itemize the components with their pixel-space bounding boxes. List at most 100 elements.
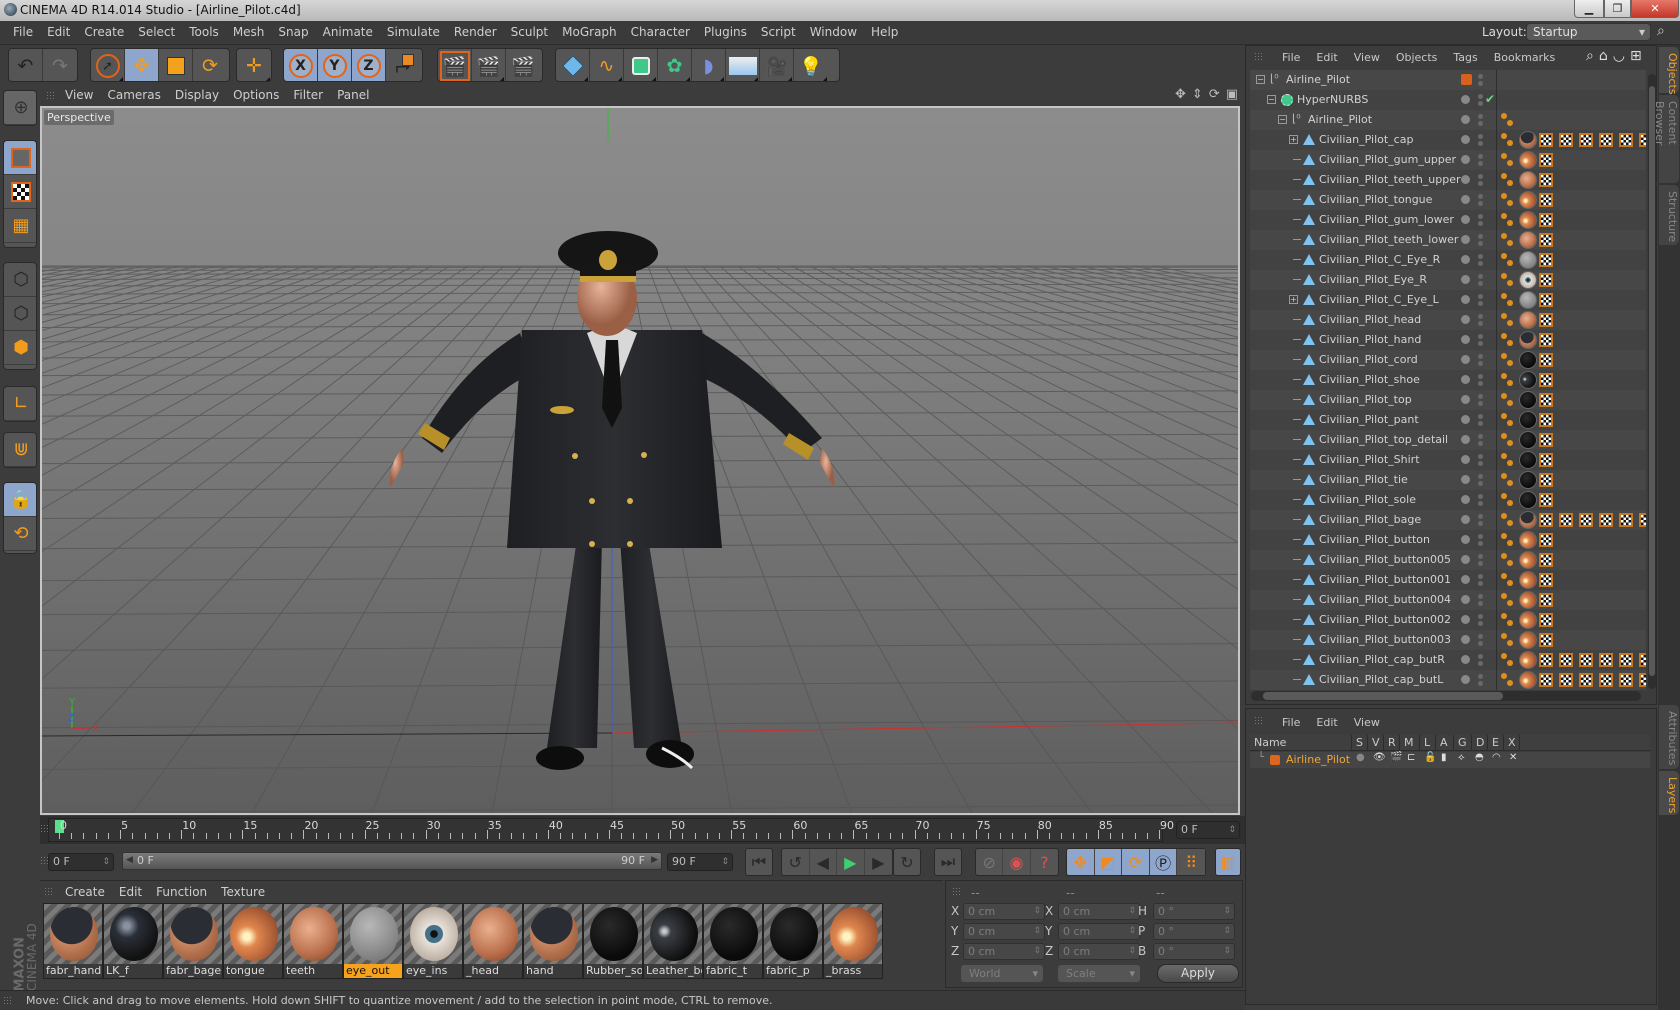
menu-animate[interactable]: Animate bbox=[316, 25, 380, 39]
uvw-tag-icon[interactable] bbox=[1639, 673, 1646, 687]
search-icon[interactable]: ⌕ bbox=[1586, 48, 1594, 64]
key-position-icon[interactable]: ✥ bbox=[1067, 849, 1095, 875]
layer-dot-icon[interactable] bbox=[1461, 195, 1470, 204]
layer-dot-icon[interactable] bbox=[1461, 515, 1470, 524]
uvw-tag-icon[interactable] bbox=[1539, 233, 1553, 247]
layer-column-r[interactable]: R bbox=[1384, 735, 1400, 750]
phong-tag-icon[interactable] bbox=[1507, 680, 1513, 686]
render-visibility-dot[interactable] bbox=[1478, 521, 1483, 526]
render-visibility-dot[interactable] bbox=[1478, 401, 1483, 406]
phong-tag-icon[interactable] bbox=[1507, 160, 1513, 166]
object-row[interactable]: Civilian_Pilot_teeth_lower bbox=[1250, 230, 1646, 250]
layer-dot-icon[interactable] bbox=[1461, 655, 1470, 664]
new-window-icon[interactable]: ⊞ bbox=[1630, 48, 1642, 64]
material-tag-icon[interactable] bbox=[1519, 271, 1537, 289]
phong-tag-icon[interactable] bbox=[1501, 533, 1507, 539]
layer-dot-icon[interactable] bbox=[1461, 415, 1470, 424]
render-visibility-dot[interactable] bbox=[1478, 161, 1483, 166]
object-name[interactable]: Civilian_Pilot_pant bbox=[1319, 413, 1419, 426]
uvw-tag-icon[interactable] bbox=[1579, 673, 1593, 687]
viewport-menu-cameras[interactable]: Cameras bbox=[100, 88, 167, 102]
editor-visibility-dot[interactable] bbox=[1478, 674, 1483, 679]
object-row[interactable]: Civilian_Pilot_shoe bbox=[1250, 370, 1646, 390]
render-visibility-dot[interactable] bbox=[1478, 441, 1483, 446]
live-selection-button[interactable]: ➚ bbox=[91, 49, 125, 81]
uvw-tag-icon[interactable] bbox=[1539, 193, 1553, 207]
object-name[interactable]: Airline_Pilot bbox=[1308, 113, 1372, 126]
render-visibility-dot[interactable] bbox=[1478, 201, 1483, 206]
layer-column-g[interactable]: G bbox=[1454, 735, 1472, 750]
uvw-tag-icon[interactable] bbox=[1539, 313, 1553, 327]
tab-objects[interactable]: Objects bbox=[1659, 47, 1679, 95]
uvw-tag-icon[interactable] bbox=[1539, 593, 1553, 607]
render-visibility-dot[interactable] bbox=[1478, 261, 1483, 266]
enabled-check-icon[interactable]: ✔ bbox=[1485, 92, 1495, 106]
material-tag-icon[interactable] bbox=[1519, 571, 1537, 589]
phong-tag-icon[interactable] bbox=[1507, 220, 1513, 226]
planar-workplane-button[interactable]: ⟲ bbox=[4, 517, 36, 551]
material-tag-icon[interactable] bbox=[1519, 511, 1537, 529]
object-name[interactable]: Civilian_Pilot_bage bbox=[1319, 513, 1421, 526]
object-row[interactable]: Civilian_Pilot_sole bbox=[1250, 490, 1646, 510]
render-visibility-dot[interactable] bbox=[1478, 221, 1483, 226]
restore-button[interactable]: ❐ bbox=[1604, 0, 1631, 18]
viewport-camera-label[interactable]: Perspective bbox=[44, 110, 114, 125]
phong-tag-icon[interactable] bbox=[1501, 453, 1507, 459]
phong-tag-icon[interactable] bbox=[1507, 440, 1513, 446]
material-tag-icon[interactable] bbox=[1519, 451, 1537, 469]
menu-select[interactable]: Select bbox=[131, 25, 182, 39]
material-tag-icon[interactable] bbox=[1519, 631, 1537, 649]
object-name[interactable]: Civilian_Pilot_button bbox=[1319, 533, 1430, 546]
object-row[interactable]: Civilian_Pilot_gum_lower bbox=[1250, 210, 1646, 230]
visible-eye-icon[interactable]: 👁 bbox=[1373, 752, 1386, 763]
object-name[interactable]: Civilian_Pilot_button003 bbox=[1319, 633, 1451, 646]
layer-dot-icon[interactable] bbox=[1461, 275, 1470, 284]
redo-button[interactable]: ↷ bbox=[43, 49, 77, 81]
material-tag-icon[interactable] bbox=[1519, 531, 1537, 549]
autokeying-icon[interactable]: ◉ bbox=[1003, 849, 1031, 875]
object-menu-view[interactable]: View bbox=[1346, 51, 1388, 64]
minimize-button[interactable]: ▁ bbox=[1574, 0, 1604, 18]
render-visibility-dot[interactable] bbox=[1478, 361, 1483, 366]
phong-tag-icon[interactable] bbox=[1507, 280, 1513, 286]
deformer-button[interactable]: ◗ bbox=[692, 49, 726, 81]
object-menu-file[interactable]: File bbox=[1274, 51, 1308, 64]
uvw-tag-icon[interactable] bbox=[1599, 133, 1613, 147]
phong-tag-icon[interactable] bbox=[1507, 260, 1513, 266]
object-name[interactable]: Civilian_Pilot_cap_butR bbox=[1319, 653, 1445, 666]
material-swatch[interactable]: _brass bbox=[823, 903, 883, 979]
uvw-tag-icon[interactable] bbox=[1559, 133, 1573, 147]
object-name[interactable]: Civilian_Pilot_Eye_R bbox=[1319, 273, 1427, 286]
coordinate-mode-dropdown[interactable]: World bbox=[961, 965, 1043, 982]
material-tag-icon[interactable] bbox=[1519, 251, 1537, 269]
expand-icon[interactable]: + bbox=[1289, 135, 1298, 144]
range-right-arrow-icon[interactable]: ▶ bbox=[651, 855, 658, 865]
array-button[interactable]: ✿ bbox=[658, 49, 692, 81]
undo-button[interactable]: ↶ bbox=[9, 49, 43, 81]
object-row[interactable]: Civilian_Pilot_button003 bbox=[1250, 630, 1646, 650]
render-visibility-dot[interactable] bbox=[1478, 321, 1483, 326]
tab-attributes[interactable]: Attributes bbox=[1659, 705, 1679, 769]
timeline-ruler[interactable]: 0 5 10 15 20 25 30 35 40 45 50 55 60 65 70 75 80 85 90 bbox=[48, 818, 1174, 842]
phong-tag-icon[interactable] bbox=[1507, 640, 1513, 646]
material-swatch[interactable]: tongue bbox=[223, 903, 283, 979]
layer-dot-icon[interactable] bbox=[1461, 375, 1470, 384]
object-row[interactable]: Civilian_Pilot_pant bbox=[1250, 410, 1646, 430]
uvw-tag-icon[interactable] bbox=[1539, 373, 1553, 387]
uvw-tag-icon[interactable] bbox=[1579, 653, 1593, 667]
phong-tag-icon[interactable] bbox=[1501, 513, 1507, 519]
layer-dot-icon[interactable] bbox=[1461, 635, 1470, 644]
material-tag-icon[interactable] bbox=[1519, 331, 1537, 349]
material-menu-texture[interactable]: Texture bbox=[214, 885, 272, 899]
close-button[interactable]: ✕ bbox=[1631, 0, 1679, 18]
render-visibility-dot[interactable] bbox=[1478, 681, 1483, 686]
editor-visibility-dot[interactable] bbox=[1478, 554, 1483, 559]
layer-dot-icon[interactable] bbox=[1461, 575, 1470, 584]
layer-dot-icon[interactable] bbox=[1461, 235, 1470, 244]
object-row[interactable]: Civilian_Pilot_teeth_upper bbox=[1250, 170, 1646, 190]
next-key-button[interactable]: ↻ bbox=[893, 848, 921, 876]
phong-tag-icon[interactable] bbox=[1501, 433, 1507, 439]
drag-grip-icon[interactable] bbox=[46, 91, 56, 101]
material-tag-icon[interactable] bbox=[1519, 411, 1537, 429]
phong-tag-icon[interactable] bbox=[1501, 593, 1507, 599]
